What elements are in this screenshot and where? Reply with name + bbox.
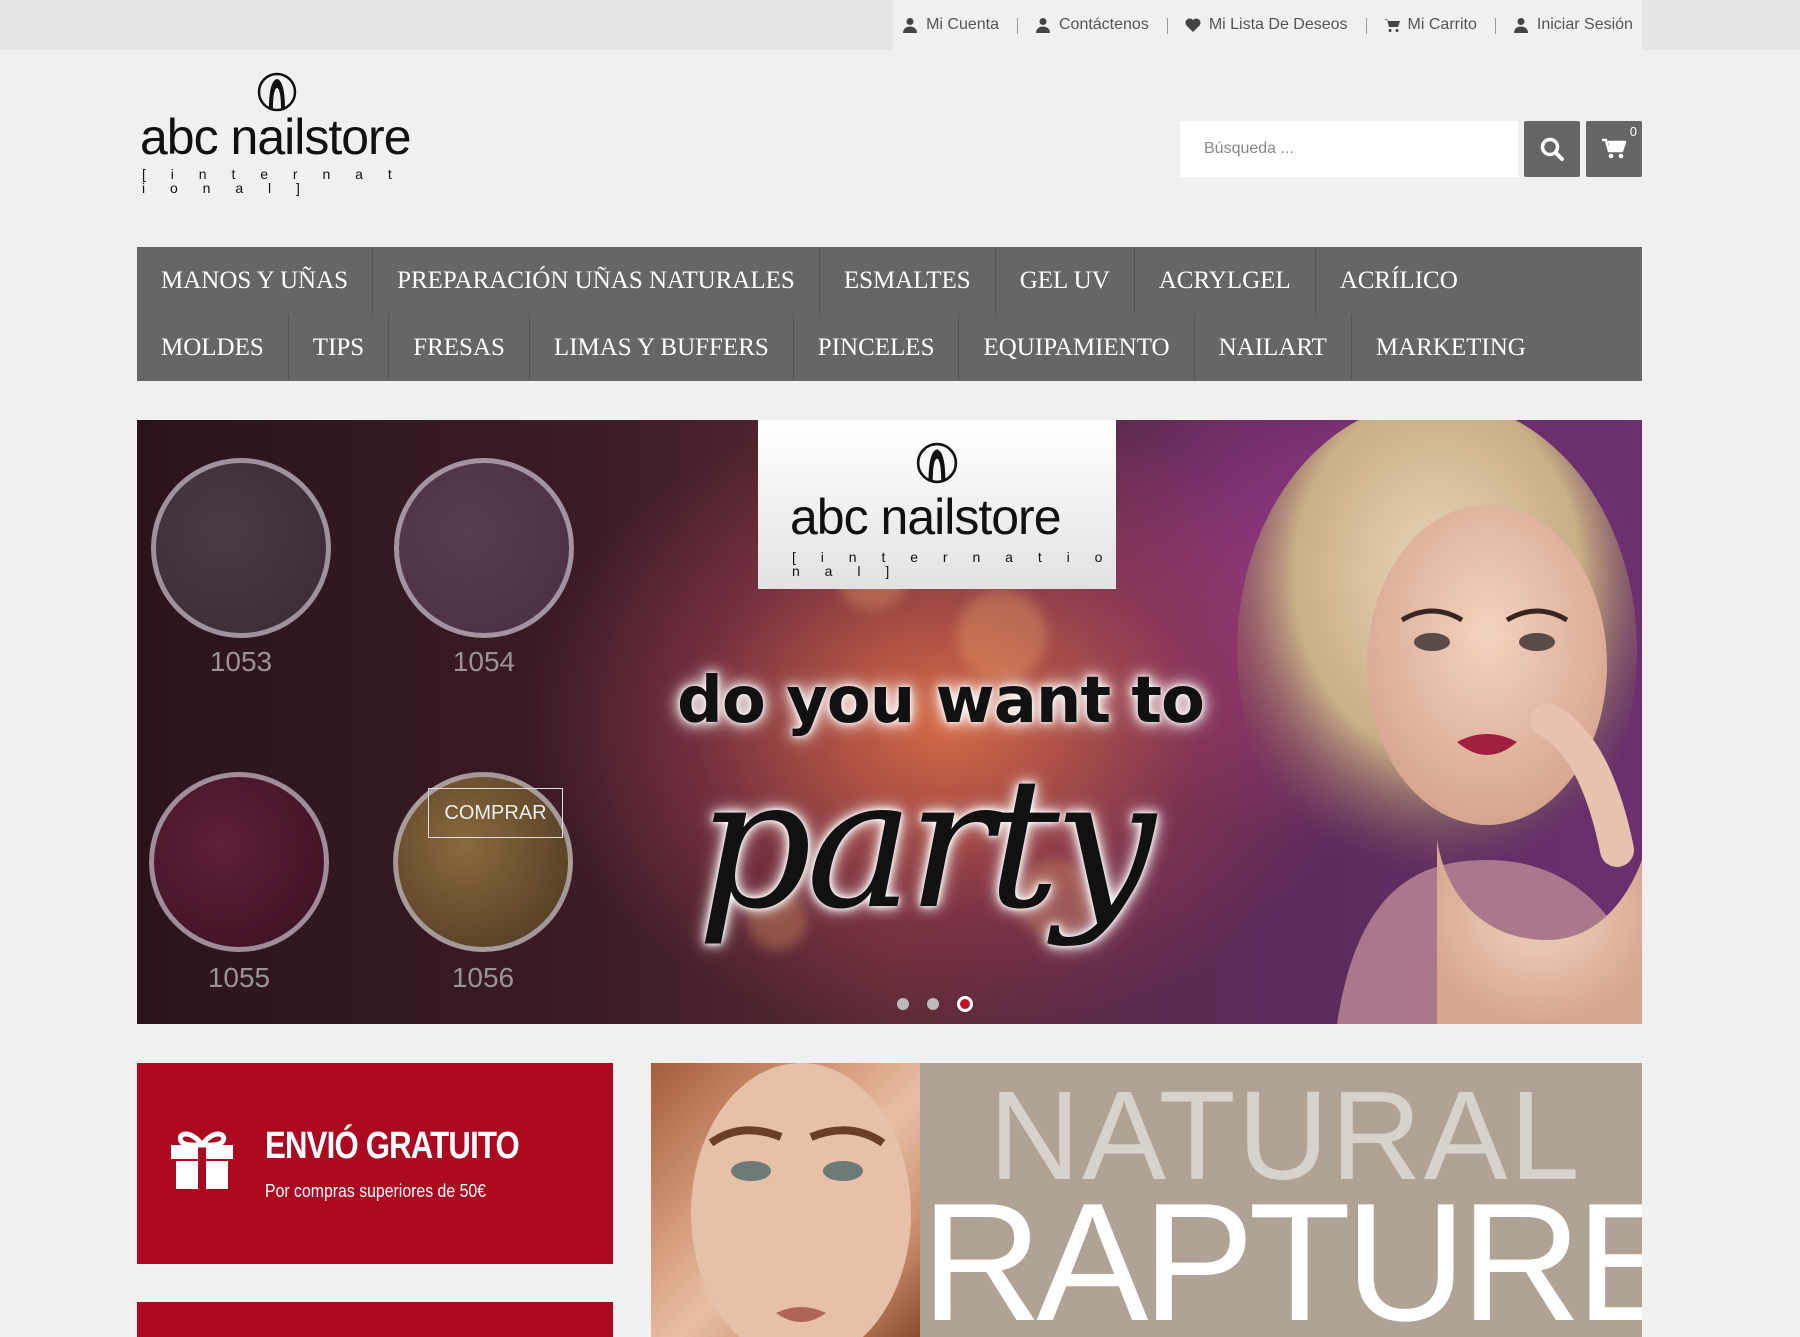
user-icon	[1513, 18, 1528, 33]
nav-item-marketing[interactable]: MARKETING	[1352, 314, 1550, 381]
user-icon	[903, 18, 918, 33]
search-button[interactable]	[1524, 121, 1580, 177]
natural-rapture-banner[interactable]: NATURAL RAPTURE	[651, 1063, 1642, 1337]
gift-icon	[171, 1131, 233, 1189]
model-face-image	[651, 1063, 920, 1337]
nav-item-limas-y-buffers[interactable]: LIMAS Y BUFFERS	[530, 314, 794, 381]
swatch-label: 1054	[452, 646, 516, 677]
header-cart-button[interactable]: 0	[1586, 121, 1642, 177]
wishlist-link[interactable]: Mi Lista De Deseos	[1166, 16, 1366, 34]
login-link[interactable]: Iniciar Sesión	[1494, 16, 1651, 34]
hero-logo-brand: abc nailstore	[790, 489, 1061, 545]
nav-item-esmaltes[interactable]: ESMALTES	[820, 247, 996, 314]
nav-item-tips[interactable]: TIPS	[289, 314, 390, 381]
my-account-link[interactable]: Mi Cuenta	[884, 16, 1017, 34]
contact-label: Contáctenos	[1058, 16, 1149, 33]
free-shipping-banner: ENVIÓ GRATUITO Por compras superiores de…	[137, 1063, 613, 1264]
contact-link[interactable]: Contáctenos	[1016, 16, 1167, 34]
secondary-promo-banner[interactable]	[137, 1302, 613, 1337]
search-input[interactable]	[1180, 121, 1518, 177]
site-logo[interactable]: abc nailstore [ i n t e r n a t i o n a …	[138, 70, 418, 195]
search-icon	[1540, 137, 1564, 161]
my-account-label: Mi Cuenta	[926, 16, 999, 33]
hero-headline: do you want to	[677, 664, 1205, 738]
color-swatch-1053[interactable]	[151, 458, 331, 638]
hero-logo-box: abc nailstore [ i n t e r n a t i o n a …	[758, 420, 1116, 589]
logo-subtitle: [ i n t e r n a t i o n a l ]	[142, 166, 403, 196]
hero-script-text: party	[697, 740, 1156, 949]
nav-item-moldes[interactable]: MOLDES	[137, 314, 289, 381]
nav-item-pinceles[interactable]: PINCELES	[794, 314, 960, 381]
account-links: Mi Cuenta Contáctenos Mi Lista De Deseos…	[893, 0, 1642, 50]
user-icon	[1035, 18, 1050, 33]
nav-item-acrylgel[interactable]: ACRYLGEL	[1135, 247, 1316, 314]
nav-item-preparacion-unas-naturales[interactable]: PREPARACIÓN UÑAS NATURALES	[373, 247, 820, 314]
promo-line-2: RAPTURE	[921, 1168, 1642, 1337]
nail-logo-icon	[916, 442, 958, 484]
nav-item-manos-y-unas[interactable]: MANOS Y UÑAS	[137, 247, 374, 314]
login-label: Iniciar Sesión	[1536, 16, 1633, 33]
nav-row-2: MOLDES TIPS FRESAS LIMAS Y BUFFERS PINCE…	[137, 314, 1550, 381]
free-shipping-subtitle: Por compras superiores de 50€	[265, 1181, 487, 1201]
model-portrait-image	[1237, 420, 1642, 1024]
nav-row-1: MANOS Y UÑAS PREPARACIÓN UÑAS NATURALES …	[137, 247, 1482, 314]
nav-item-equipamiento[interactable]: EQUIPAMIENTO	[959, 314, 1195, 381]
slider-dot-3[interactable]	[957, 996, 973, 1012]
slider-dots	[897, 996, 973, 1012]
nail-logo-icon	[257, 72, 297, 112]
color-swatch-1055[interactable]	[149, 772, 329, 952]
face-illustration	[691, 1063, 911, 1337]
color-swatch-1054[interactable]	[394, 458, 574, 638]
nav-item-fresas[interactable]: FRESAS	[389, 314, 530, 381]
nav-item-nailart[interactable]: NAILART	[1195, 314, 1352, 381]
swatch-label: 1053	[209, 646, 273, 677]
nav-item-acrilico[interactable]: ACRÍLICO	[1316, 247, 1482, 314]
top-bar: Mi Cuenta Contáctenos Mi Lista De Deseos…	[0, 0, 1800, 50]
cart-count-badge: 0	[1629, 124, 1637, 139]
buy-button[interactable]: COMPRAR	[428, 788, 563, 838]
main-navigation: MANOS Y UÑAS PREPARACIÓN UÑAS NATURALES …	[137, 247, 1642, 381]
hero-logo-subtitle: [ i n t e r n a t i o n a l ]	[792, 549, 1113, 579]
my-cart-link[interactable]: Mi Carrito	[1365, 16, 1495, 34]
hero-slider[interactable]: 1053 1054 1055 1056 COMPRAR abc nailstor…	[137, 420, 1642, 1024]
slider-dot-2[interactable]	[927, 998, 939, 1010]
cart-icon	[1602, 138, 1626, 159]
swatch-label: 1055	[207, 962, 271, 993]
wishlist-label: Mi Lista De Deseos	[1208, 16, 1348, 33]
free-shipping-title: ENVIÓ GRATUITO	[265, 1125, 520, 1167]
logo-brand: abc nailstore	[140, 109, 411, 165]
swatch-label: 1056	[451, 962, 515, 993]
nav-item-gel-uv[interactable]: GEL UV	[996, 247, 1135, 314]
heart-icon	[1185, 18, 1201, 32]
slider-dot-1[interactable]	[897, 998, 909, 1010]
cart-icon	[1383, 19, 1400, 32]
my-cart-label: Mi Carrito	[1407, 16, 1477, 33]
